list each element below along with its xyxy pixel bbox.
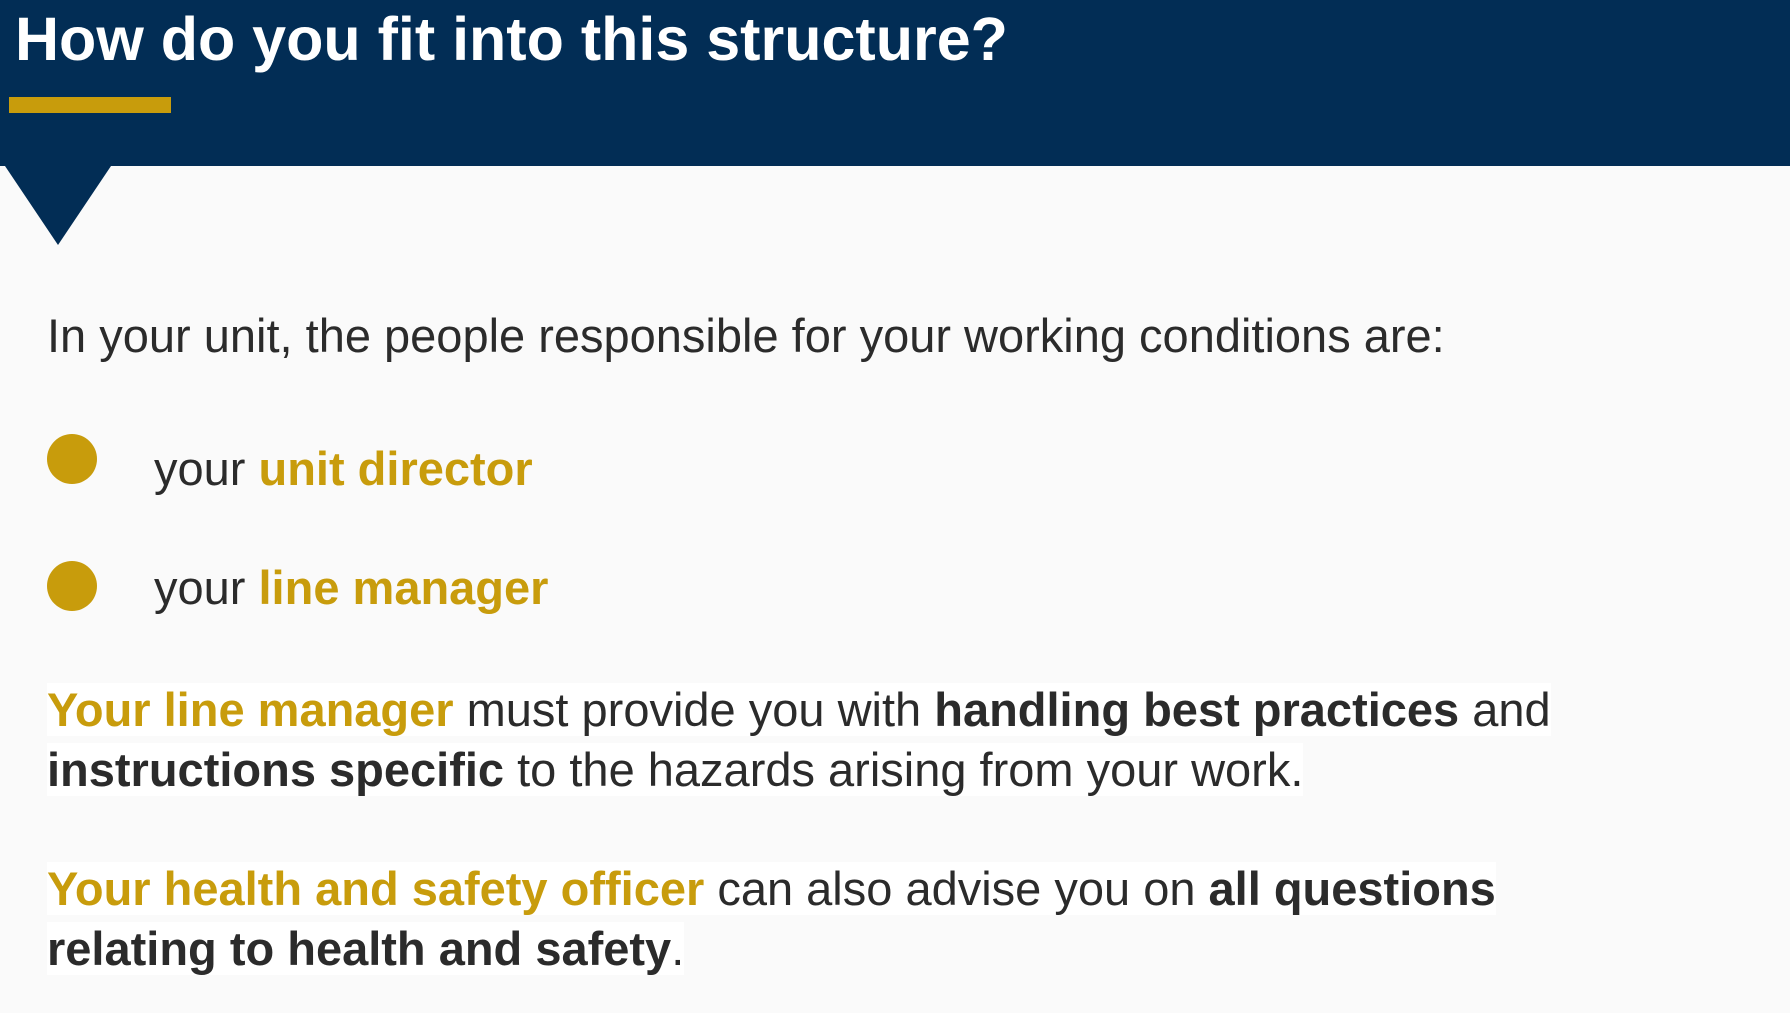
handling-best-practices-text: handling best practices <box>934 683 1460 736</box>
bullet-dot-icon <box>47 561 97 611</box>
bullet-highlight: unit director <box>258 442 533 495</box>
paragraph-text: and <box>1459 683 1551 736</box>
bullet-item-unit-director: your unit director <box>154 439 533 499</box>
title-accent-bar <box>9 97 171 113</box>
bullet-dot-icon <box>47 434 97 484</box>
bullet-item-line-manager: your line manager <box>154 558 548 618</box>
bullet-highlight: line manager <box>258 561 549 614</box>
bullet-prefix: your <box>154 561 259 614</box>
paragraph-text: . <box>671 922 685 975</box>
header-banner: How do you fit into this structure? <box>0 0 1790 166</box>
paragraph-text: to the hazards arising from your work. <box>504 743 1304 796</box>
bullet-prefix: your <box>154 442 259 495</box>
safety-officer-highlight: Your health and safety officer <box>47 862 705 915</box>
line-manager-highlight: Your line manager <box>47 683 454 736</box>
health-and-safety-text: relating to health and safety <box>47 922 672 975</box>
all-questions-text: all questions <box>1208 862 1496 915</box>
instructions-specific-text: instructions specific <box>47 743 505 796</box>
line-manager-paragraph: Your line manager must provide you with … <box>47 680 1551 800</box>
header-pointer-triangle <box>5 166 111 245</box>
safety-officer-paragraph: Your health and safety officer can also … <box>47 859 1496 979</box>
paragraph-text: must provide you with <box>453 683 935 736</box>
page-title: How do you fit into this structure? <box>15 5 1008 73</box>
paragraph-text: can also advise you on <box>704 862 1209 915</box>
intro-text: In your unit, the people responsible for… <box>47 309 1445 362</box>
